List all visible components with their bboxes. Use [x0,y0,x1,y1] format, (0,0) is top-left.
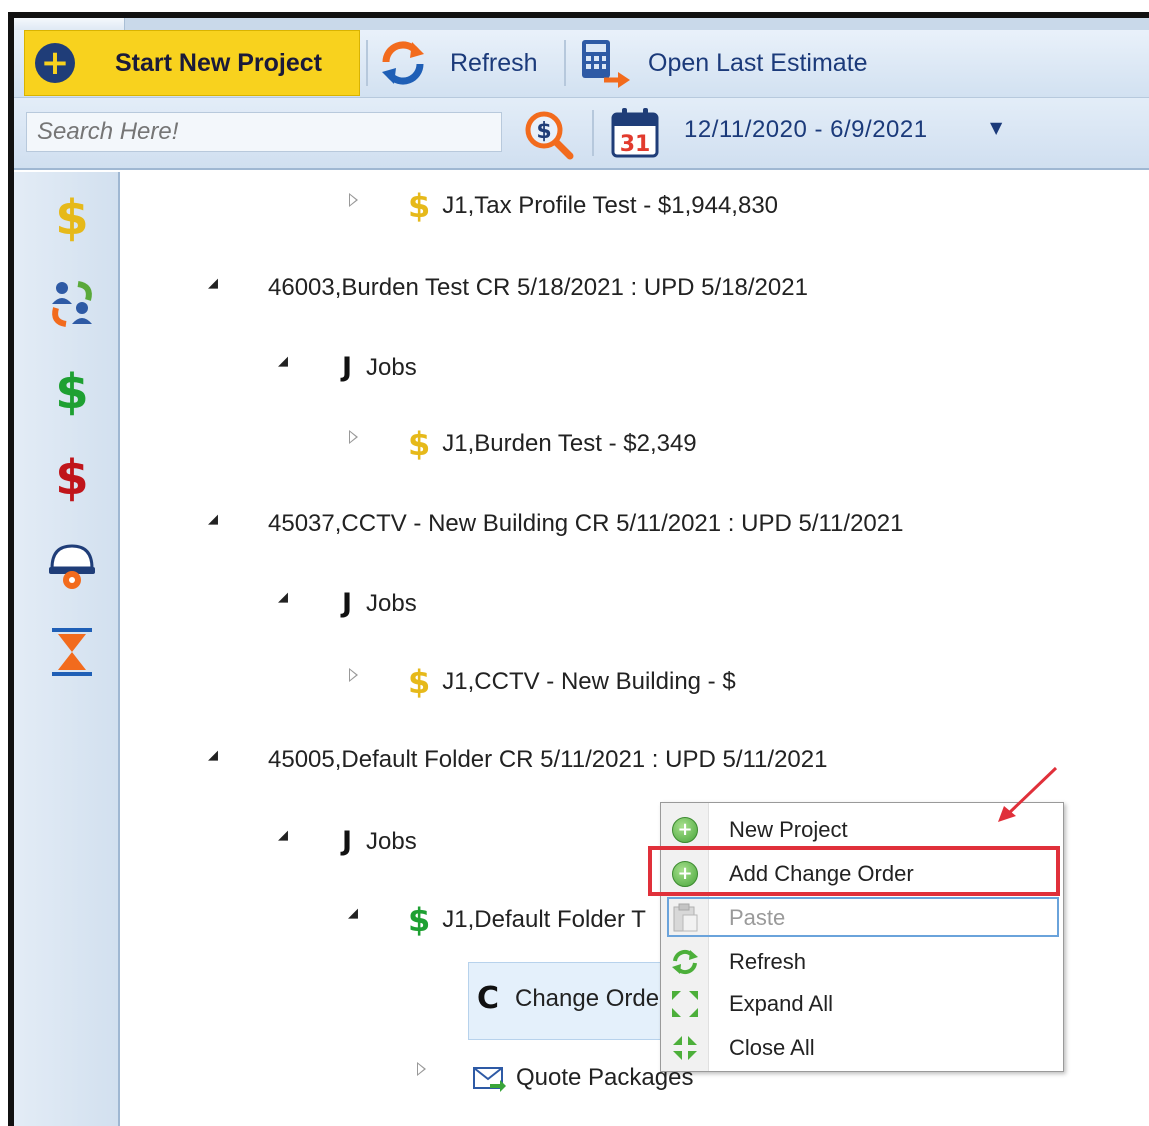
sidebar: $ $ $ [14,172,120,1126]
refresh-icon [382,41,424,85]
jobs-icon: J [342,352,353,383]
expand-arrow-icon[interactable] [349,430,358,444]
open-last-estimate-button[interactable]: Open Last Estimate [576,30,896,96]
expand-all-icon [672,991,698,1017]
tree-node-change-orders[interactable]: C Change Orde [468,962,688,1040]
tree-node-jobs[interactable]: J Jobs [342,352,417,383]
search-divider [592,110,594,156]
tree-node-job[interactable]: $ J1,CCTV - New Building - $ [408,666,736,698]
add-circle-icon: + [672,817,698,843]
users-exchange-icon[interactable] [44,276,100,332]
menu-item-paste[interactable]: Paste [661,897,1063,939]
collapse-arrow-icon[interactable]: ◢ [278,590,288,605]
main-toolbar: + Start New Project Refresh Open Last Es… [14,30,1149,98]
open-last-estimate-label: Open Last Estimate [648,48,868,77]
tree-node-job[interactable]: $ J1,Default Folder T [408,904,646,936]
tree-node-jobs[interactable]: J Jobs [342,826,417,857]
red-dollar-icon[interactable]: $ [44,450,100,506]
change-order-icon: C [477,981,500,1016]
tree-node-job[interactable]: $ J1,Burden Test - $2,349 [408,428,697,460]
dollar-icon: $ [408,901,431,939]
tree-node-jobs[interactable]: J Jobs [342,588,417,619]
collapse-arrow-icon[interactable]: ◢ [278,354,288,369]
expand-arrow-icon[interactable] [349,668,358,682]
clipboard-icon [673,903,698,932]
dollar-icon: $ [408,187,431,225]
start-new-project-label: Start New Project [115,48,323,77]
refresh-icon [672,949,698,975]
tree-node-project[interactable]: 46003,Burden Test CR 5/18/2021 : UPD 5/1… [268,274,808,302]
calendar-day: 31 [620,132,651,157]
collapse-arrow-icon[interactable]: ◢ [208,276,218,291]
toolbar-divider [366,40,368,86]
menu-item-expand-all[interactable]: Expand All [661,983,1063,1025]
tab-strip [14,18,1149,30]
hourglass-icon[interactable] [44,624,100,680]
green-dollar-icon[interactable]: $ [44,364,100,420]
toolbar-divider [564,40,566,86]
chevron-down-icon[interactable]: ▼ [990,118,1002,137]
hardhat-gear-icon[interactable] [44,538,100,594]
collapse-arrow-icon[interactable]: ◢ [208,512,218,527]
jobs-icon: J [342,826,353,857]
gold-dollar-icon[interactable]: $ [44,190,100,246]
tree-node-project[interactable]: 45037,CCTV - New Building CR 5/11/2021 :… [268,510,903,538]
annotation-arrow-icon [998,766,1058,822]
svg-text:$: $ [536,119,551,144]
search-input[interactable] [26,112,502,152]
highlight-box [648,846,1060,896]
tree-node-job[interactable]: $ J1,Tax Profile Test - $1,944,830 [408,190,778,222]
dollar-icon: $ [408,425,431,463]
start-new-project-button[interactable]: + Start New Project [24,30,360,96]
collapse-arrow-icon[interactable]: ◢ [348,906,358,921]
plus-circle-icon: + [35,43,75,83]
date-range-value[interactable]: 12/11/2020 - 6/9/2021 [684,116,928,144]
collapse-arrow-icon[interactable]: ◢ [278,828,288,843]
tree-node-project[interactable]: 45005,Default Folder CR 5/11/2021 : UPD … [268,746,827,774]
refresh-button[interactable]: Refresh [376,30,566,96]
context-menu: + New Project + Add Change Order Paste R… [660,802,1064,1072]
collapse-all-icon [673,1036,697,1060]
menu-item-refresh[interactable]: Refresh [661,941,1063,983]
refresh-label: Refresh [450,48,538,77]
dollar-icon: $ [408,663,431,701]
search-bar: $ 31 12/11/2020 - 6/9/2021 ▼ [14,98,1149,170]
collapse-arrow-icon[interactable]: ◢ [208,748,218,763]
expand-arrow-icon[interactable] [349,193,358,207]
envelope-icon [473,1067,506,1092]
expand-arrow-icon[interactable] [417,1062,426,1076]
dollar-search-icon[interactable]: $ [522,108,574,160]
calculator-arrow-icon [582,40,630,88]
jobs-icon: J [342,588,353,619]
calendar-icon[interactable]: 31 [610,106,660,158]
menu-item-close-all[interactable]: Close All [661,1027,1063,1069]
